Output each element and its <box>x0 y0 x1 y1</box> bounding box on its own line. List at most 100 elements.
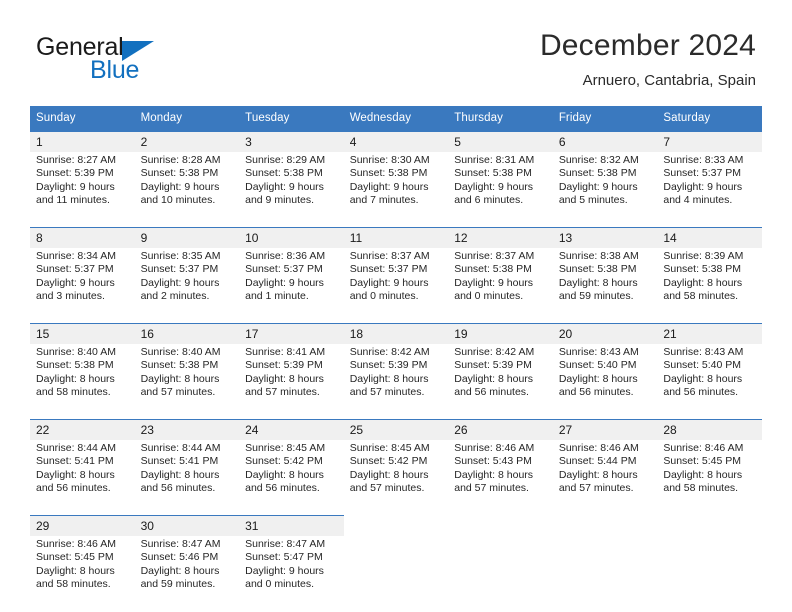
day-cell[interactable]: Sunrise: 8:35 AM Sunset: 5:37 PM Daylight:… <box>134 248 240 312</box>
day-number[interactable]: 21 <box>657 323 762 344</box>
daylight-text-line2: and 10 minutes. <box>140 194 216 207</box>
day-number[interactable]: 26 <box>448 419 553 440</box>
general-blue-logo[interactable]: General Blue <box>36 33 236 85</box>
day-number[interactable]: 12 <box>448 227 553 248</box>
sunset-text: Sunset: 5:38 PM <box>558 167 637 180</box>
weekday-header-sunday: Sunday <box>30 106 135 132</box>
calendar-page: General Blue December 2024 Arnuero, Cant… <box>0 0 792 612</box>
sunset-text: Sunset: 5:40 PM <box>558 359 637 372</box>
week-separator-cell <box>239 216 344 228</box>
sunrise-text: Sunrise: 8:37 AM <box>349 250 430 262</box>
day-number[interactable]: 4 <box>343 131 449 152</box>
day-number[interactable]: 20 <box>552 323 658 344</box>
sunset-text: Sunset: 5:42 PM <box>349 455 428 468</box>
weekday-header-saturday: Saturday <box>657 106 762 132</box>
day-number[interactable]: 14 <box>657 227 762 248</box>
calendar-header-row: Sunday Monday Tuesday Wednesday Thursday… <box>30 106 762 132</box>
day-cell[interactable]: Sunrise: 8:43 AM Sunset: 5:40 PM Daylight:… <box>552 344 658 408</box>
day-cell[interactable]: Sunrise: 8:29 AM Sunset: 5:38 PM Daylight:… <box>239 152 344 216</box>
day-cell[interactable]: Sunrise: 8:34 AM Sunset: 5:37 PM Daylight:… <box>30 248 135 312</box>
week-separator-cell <box>343 504 449 516</box>
day-cell[interactable]: Sunrise: 8:46 AM Sunset: 5:45 PM Daylight:… <box>657 440 762 504</box>
day-number[interactable]: 16 <box>134 323 240 344</box>
day-number[interactable]: 17 <box>239 323 344 344</box>
day-cell[interactable]: Sunrise: 8:37 AM Sunset: 5:38 PM Daylight:… <box>448 248 553 312</box>
day-number[interactable]: 10 <box>239 227 344 248</box>
week-separator <box>30 408 762 420</box>
day-cell[interactable]: Sunrise: 8:43 AM Sunset: 5:40 PM Daylight:… <box>657 344 762 408</box>
day-number[interactable]: 2 <box>134 131 240 152</box>
day-cell[interactable]: Sunrise: 8:31 AM Sunset: 5:38 PM Daylight:… <box>448 152 553 216</box>
day-number[interactable]: 31 <box>239 515 344 536</box>
day-number[interactable]: 22 <box>30 419 135 440</box>
sunrise-text: Sunrise: 8:38 AM <box>558 250 639 262</box>
day-cell[interactable]: Sunrise: 8:27 AM Sunset: 5:39 PM Daylight:… <box>30 152 135 216</box>
empty-day-cell <box>343 515 449 536</box>
day-cell[interactable]: Sunrise: 8:41 AM Sunset: 5:39 PM Daylight:… <box>239 344 344 408</box>
day-cell[interactable]: Sunrise: 8:40 AM Sunset: 5:38 PM Daylight:… <box>30 344 135 408</box>
sunset-text: Sunset: 5:38 PM <box>454 263 532 276</box>
day-number[interactable]: 24 <box>239 419 344 440</box>
day-number[interactable]: 13 <box>552 227 658 248</box>
day-cell[interactable]: Sunrise: 8:45 AM Sunset: 5:42 PM Daylight:… <box>239 440 344 504</box>
week-separator-cell <box>552 312 658 324</box>
daylight-text-line1: Daylight: 9 hours <box>558 180 638 193</box>
day-cell[interactable]: Sunrise: 8:38 AM Sunset: 5:38 PM Daylight:… <box>552 248 658 312</box>
day-cell[interactable]: Sunrise: 8:40 AM Sunset: 5:38 PM Daylight:… <box>134 344 240 408</box>
day-number[interactable]: 3 <box>239 131 344 152</box>
day-number[interactable]: 25 <box>343 419 449 440</box>
day-number[interactable]: 23 <box>134 419 240 440</box>
daylight-text-line1: Daylight: 8 hours <box>140 372 220 385</box>
day-number[interactable]: 28 <box>657 419 762 440</box>
sunset-text: Sunset: 5:38 PM <box>663 263 742 276</box>
daylight-text-line1: Daylight: 9 hours <box>349 276 429 289</box>
week-separator-cell <box>343 408 449 420</box>
day-cell[interactable]: Sunrise: 8:47 AM Sunset: 5:47 PM Daylight:… <box>239 536 344 600</box>
day-cell[interactable]: Sunrise: 8:46 AM Sunset: 5:45 PM Daylight:… <box>30 536 135 600</box>
day-number[interactable]: 8 <box>30 227 135 248</box>
daylight-text-line1: Daylight: 8 hours <box>245 468 324 481</box>
day-number[interactable]: 19 <box>448 323 553 344</box>
sunset-text: Sunset: 5:41 PM <box>140 455 219 468</box>
week-separator-cell <box>30 504 135 516</box>
daylight-text-line2: and 57 minutes. <box>349 482 425 495</box>
day-number[interactable]: 11 <box>343 227 449 248</box>
day-cell[interactable]: Sunrise: 8:47 AM Sunset: 5:46 PM Daylight:… <box>134 536 240 600</box>
daylight-text-line2: and 1 minute. <box>245 290 309 303</box>
sunrise-text: Sunrise: 8:42 AM <box>454 346 535 358</box>
daylight-text-line1: Daylight: 8 hours <box>454 372 534 385</box>
day-cell[interactable]: Sunrise: 8:44 AM Sunset: 5:41 PM Daylight:… <box>30 440 135 504</box>
day-number[interactable]: 6 <box>552 131 658 152</box>
day-number[interactable]: 5 <box>448 131 553 152</box>
day-cell[interactable]: Sunrise: 8:44 AM Sunset: 5:41 PM Daylight:… <box>134 440 240 504</box>
day-number[interactable]: 29 <box>30 515 135 536</box>
week-detail-row: Sunrise: 8:34 AM Sunset: 5:37 PM Daylight:… <box>30 248 762 312</box>
day-cell[interactable]: Sunrise: 8:30 AM Sunset: 5:38 PM Daylight:… <box>343 152 449 216</box>
day-cell[interactable]: Sunrise: 8:46 AM Sunset: 5:44 PM Daylight:… <box>552 440 658 504</box>
day-number[interactable]: 15 <box>30 323 135 344</box>
day-number[interactable]: 1 <box>30 131 135 152</box>
sunrise-text: Sunrise: 8:43 AM <box>558 346 639 358</box>
day-number[interactable]: 7 <box>657 131 762 152</box>
day-number[interactable]: 27 <box>552 419 658 440</box>
day-cell[interactable]: Sunrise: 8:36 AM Sunset: 5:37 PM Daylight:… <box>239 248 344 312</box>
week-separator-cell <box>552 504 658 516</box>
day-cell[interactable]: Sunrise: 8:37 AM Sunset: 5:37 PM Daylight:… <box>343 248 449 312</box>
daylight-text-line1: Daylight: 8 hours <box>140 564 220 577</box>
day-cell[interactable]: Sunrise: 8:28 AM Sunset: 5:38 PM Daylight:… <box>134 152 240 216</box>
day-cell[interactable]: Sunrise: 8:42 AM Sunset: 5:39 PM Daylight:… <box>343 344 449 408</box>
day-cell[interactable]: Sunrise: 8:39 AM Sunset: 5:38 PM Daylight:… <box>657 248 762 312</box>
day-cell[interactable]: Sunrise: 8:45 AM Sunset: 5:42 PM Daylight:… <box>343 440 449 504</box>
day-cell[interactable]: Sunrise: 8:33 AM Sunset: 5:37 PM Daylight:… <box>657 152 762 216</box>
day-number[interactable]: 9 <box>134 227 240 248</box>
week-separator-cell <box>343 216 449 228</box>
empty-day-cell <box>552 536 658 600</box>
day-cell[interactable]: Sunrise: 8:32 AM Sunset: 5:38 PM Daylight:… <box>552 152 658 216</box>
daylight-text-line2: and 57 minutes. <box>140 386 216 399</box>
day-number[interactable]: 30 <box>134 515 240 536</box>
empty-day-cell <box>552 515 658 536</box>
day-cell[interactable]: Sunrise: 8:46 AM Sunset: 5:43 PM Daylight:… <box>448 440 553 504</box>
day-cell[interactable]: Sunrise: 8:42 AM Sunset: 5:39 PM Daylight:… <box>448 344 553 408</box>
sunset-text: Sunset: 5:44 PM <box>558 455 637 468</box>
day-number[interactable]: 18 <box>343 323 449 344</box>
